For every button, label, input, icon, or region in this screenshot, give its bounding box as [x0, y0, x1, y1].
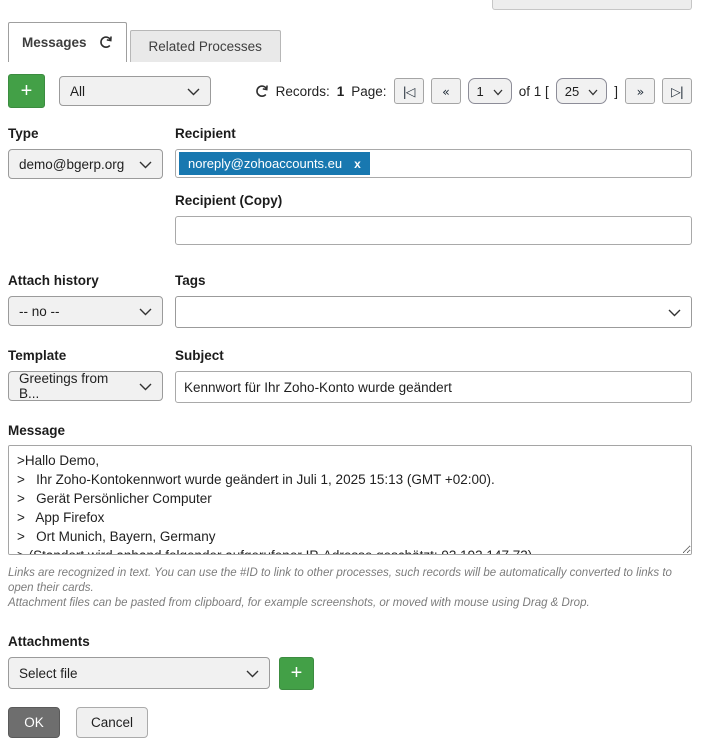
- tab-related-processes-label: Related Processes: [149, 39, 262, 54]
- type-label: Type: [8, 126, 163, 141]
- page-label: Page:: [351, 84, 386, 99]
- records-count: 1: [337, 84, 345, 99]
- chevron-down-icon: [668, 305, 681, 320]
- template-label: Template: [8, 348, 163, 363]
- add-attachment-button[interactable]: +: [279, 657, 314, 690]
- attachment-file-value: Select file: [19, 666, 78, 681]
- chevron-down-icon: [246, 666, 259, 681]
- remove-recipient-icon[interactable]: x: [354, 157, 361, 171]
- recipient-tag-text: noreply@zohoaccounts.eu: [188, 156, 342, 171]
- attach-history-label: Attach history: [8, 273, 163, 288]
- recipient-copy-label: Recipient (Copy): [175, 193, 692, 208]
- message-form: Type Recipient demo@bgerp.org noreply@zo…: [0, 126, 705, 690]
- type-select-value: demo@bgerp.org: [19, 157, 124, 172]
- form-hint-text: Links are recognized in text. You can us…: [8, 566, 692, 612]
- chevron-down-icon: [139, 379, 152, 394]
- recipient-label: Recipient: [175, 126, 692, 141]
- page-of-text: of 1 [: [519, 84, 549, 99]
- records-label: Records:: [276, 84, 330, 99]
- ok-button[interactable]: OK: [8, 707, 60, 738]
- previous-page-button[interactable]: «: [431, 78, 461, 104]
- page-number-value: 1: [477, 84, 484, 99]
- chevron-down-icon: [588, 84, 598, 99]
- hint-line-1: Links are recognized in text. You can us…: [8, 566, 692, 596]
- page-size-value: 25: [565, 84, 579, 99]
- attachments-label: Attachments: [8, 634, 692, 649]
- message-compose-page: Messages Related Processes + All: [0, 0, 705, 737]
- attachment-file-select[interactable]: Select file: [8, 657, 270, 689]
- cropped-top-control[interactable]: [492, 0, 692, 10]
- message-label: Message: [8, 423, 692, 438]
- template-select-value: Greetings from B...: [19, 371, 131, 401]
- messages-toolbar: + All Records: 1 Page: |◁ « 1: [0, 74, 705, 108]
- attach-history-value: -- no --: [19, 304, 60, 319]
- message-textarea[interactable]: >Hallo Demo, > Ihr Zoho-Kontokennwort wu…: [8, 445, 692, 555]
- next-page-button[interactable]: »: [625, 78, 655, 104]
- chevron-down-icon: [139, 304, 152, 319]
- recipient-input[interactable]: noreply@zohoaccounts.eu x: [175, 149, 692, 178]
- type-select[interactable]: demo@bgerp.org: [8, 149, 163, 179]
- refresh-records-icon[interactable]: [254, 84, 269, 99]
- tab-related-processes[interactable]: Related Processes: [130, 30, 281, 62]
- attach-history-select[interactable]: -- no --: [8, 296, 163, 326]
- form-actions: OK Cancel: [0, 707, 705, 738]
- pagination-bar: Records: 1 Page: |◁ « 1 of 1 [ 25 ] » ▷|: [254, 78, 692, 104]
- tags-label: Tags: [175, 273, 692, 288]
- page-size-select[interactable]: 25: [556, 78, 607, 104]
- recipient-tag: noreply@zohoaccounts.eu x: [179, 152, 370, 175]
- tags-select[interactable]: [175, 296, 692, 328]
- page-number-select[interactable]: 1: [468, 78, 512, 104]
- subject-input[interactable]: [175, 371, 692, 403]
- cancel-button[interactable]: Cancel: [76, 707, 148, 738]
- bracket-close-text: ]: [614, 84, 618, 99]
- last-page-button[interactable]: ▷|: [662, 78, 692, 104]
- filter-select[interactable]: All: [59, 76, 211, 106]
- refresh-icon[interactable]: [98, 35, 113, 50]
- chevron-down-icon: [187, 84, 200, 99]
- chevron-down-icon: [139, 157, 152, 172]
- recipient-copy-input[interactable]: [175, 216, 692, 245]
- template-select[interactable]: Greetings from B...: [8, 371, 163, 401]
- attachments-row: Select file +: [8, 657, 692, 690]
- tab-messages[interactable]: Messages: [8, 22, 127, 62]
- first-page-button[interactable]: |◁: [394, 78, 424, 104]
- tab-messages-label: Messages: [22, 35, 87, 50]
- add-message-button[interactable]: +: [8, 74, 45, 108]
- chevron-down-icon: [493, 84, 503, 99]
- subject-label: Subject: [175, 348, 692, 363]
- hint-line-2: Attachment files can be pasted from clip…: [8, 596, 692, 611]
- filter-select-value: All: [70, 84, 85, 99]
